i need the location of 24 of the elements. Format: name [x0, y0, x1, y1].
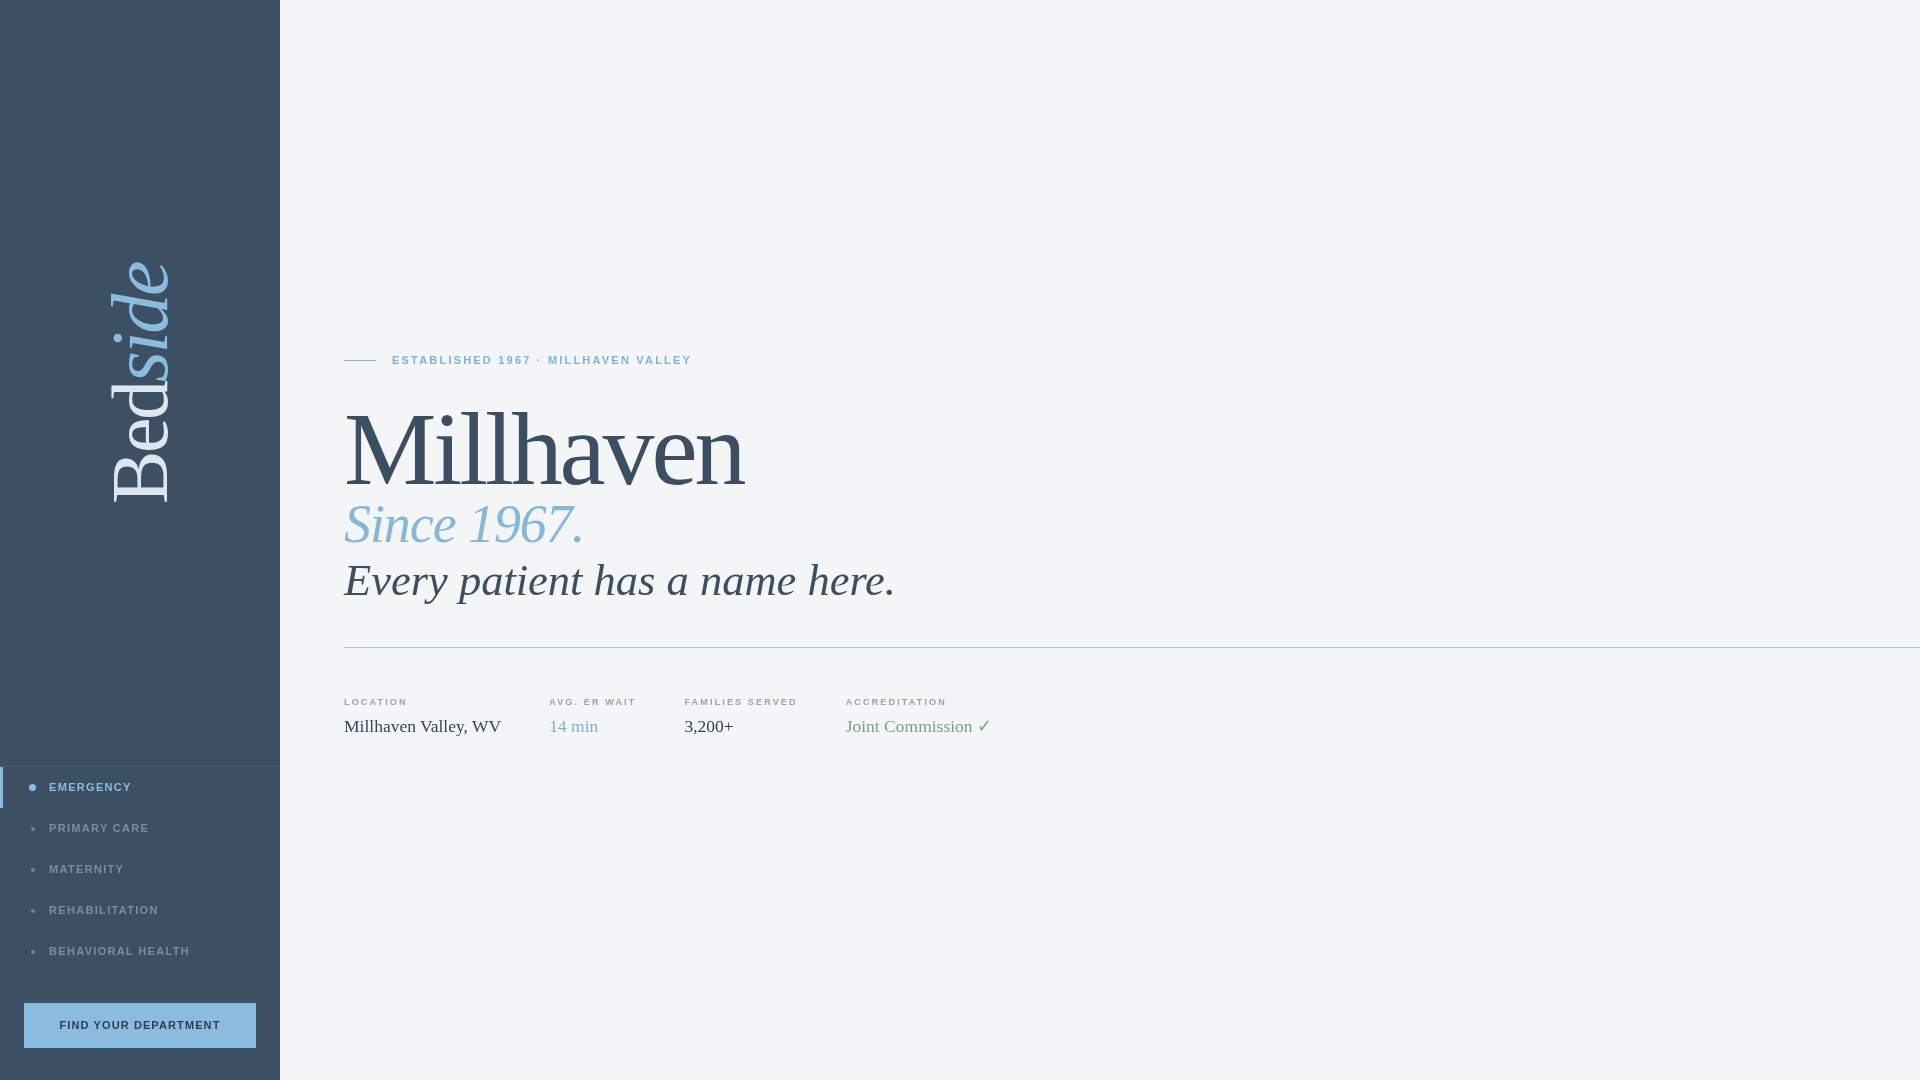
stat-value: Joint Commission ✓	[845, 715, 992, 737]
sidebar-nav-link[interactable]: BEHAVIORAL HEALTH	[0, 931, 280, 972]
dot-icon	[30, 826, 35, 831]
sidebar-nav-link[interactable]: MATERNITY	[0, 849, 280, 890]
stat-value: 14 min	[549, 715, 600, 737]
sidebar-nav-link[interactable]: PRIMARY CARE	[0, 808, 280, 849]
sidebar-nav-link[interactable]: EMERGENCY	[0, 767, 280, 808]
find-department-button[interactable]: FIND YOUR DEPARTMENT	[24, 1003, 256, 1048]
stat-label: LOCATION	[344, 696, 409, 708]
sidebar-nav-link[interactable]: REHABILITATION	[0, 890, 280, 931]
dot-icon	[30, 908, 35, 913]
dot-icon	[29, 784, 36, 791]
tagline-text: Every patient has a name here.	[344, 554, 897, 607]
stat-value: Millhaven Valley, WV	[344, 715, 502, 737]
dot-icon	[30, 949, 35, 954]
subtitle-text: Since 1967.	[344, 497, 586, 551]
stat-label: AVG. ER WAIT	[549, 696, 637, 708]
logo-text: Bedside	[100, 262, 180, 504]
hospital-name-heading: Millhaven	[344, 401, 745, 497]
dot-icon	[30, 867, 35, 872]
eyebrow-text: ESTABLISHED 1967 · MILLHAVEN VALLEY	[392, 353, 693, 367]
stat-label: ACCREDITATION	[845, 696, 948, 708]
stat-label: FAMILIES SERVED	[684, 696, 798, 708]
stat-value: 3,200+	[684, 715, 735, 737]
